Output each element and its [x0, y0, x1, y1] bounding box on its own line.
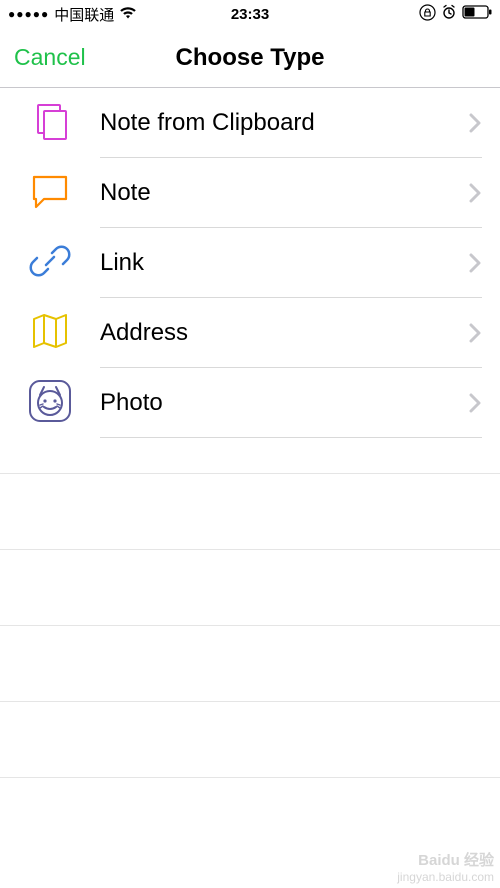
clipboard-icon — [28, 99, 72, 148]
chevron-right-icon — [469, 323, 482, 343]
photo-icon — [26, 377, 74, 430]
address-icon — [28, 309, 72, 358]
chevron-right-icon — [469, 113, 482, 133]
type-row-note[interactable]: Note — [0, 158, 500, 228]
carrier-label: 中国联通 — [54, 4, 114, 25]
type-label: Link — [100, 249, 469, 277]
type-row-address[interactable]: Address — [0, 298, 500, 368]
empty-row — [0, 549, 500, 625]
empty-rows — [0, 438, 500, 853]
signal-dots-icon: ●●●●● — [8, 7, 49, 21]
type-row-clipboard[interactable]: Note from Clipboard — [0, 88, 500, 158]
status-bar: ●●●●● 中国联通 23:33 — [0, 0, 500, 28]
note-icon — [28, 169, 72, 218]
chevron-right-icon — [469, 393, 482, 413]
empty-row — [0, 473, 500, 549]
empty-row — [0, 701, 500, 777]
type-label: Photo — [100, 389, 469, 417]
battery-icon — [462, 5, 492, 23]
chevron-right-icon — [469, 253, 482, 273]
status-right — [269, 4, 492, 25]
empty-row — [0, 625, 500, 701]
type-label: Address — [100, 319, 469, 347]
type-row-link[interactable]: Link — [0, 228, 500, 298]
empty-row — [0, 777, 500, 853]
orientation-lock-icon — [419, 4, 436, 25]
type-row-photo[interactable]: Photo — [0, 368, 500, 438]
watermark: Baidu 经验 jingyan.baidu.com — [397, 852, 494, 884]
watermark-line2: jingyan.baidu.com — [397, 870, 494, 884]
type-label: Note from Clipboard — [100, 109, 469, 137]
page-title: Choose Type — [176, 44, 325, 72]
nav-bar: Cancel Choose Type — [0, 28, 500, 88]
clock-label: 23:33 — [231, 6, 269, 23]
watermark-line1: Baidu 经验 — [397, 852, 494, 870]
status-left: ●●●●● 中国联通 — [8, 4, 231, 25]
alarm-icon — [441, 4, 457, 24]
link-icon — [28, 239, 72, 288]
type-label: Note — [100, 179, 469, 207]
cancel-button[interactable]: Cancel — [14, 44, 86, 71]
type-list: Note from Clipboard Note Link — [0, 88, 500, 438]
chevron-right-icon — [469, 183, 482, 203]
wifi-icon — [119, 6, 137, 23]
